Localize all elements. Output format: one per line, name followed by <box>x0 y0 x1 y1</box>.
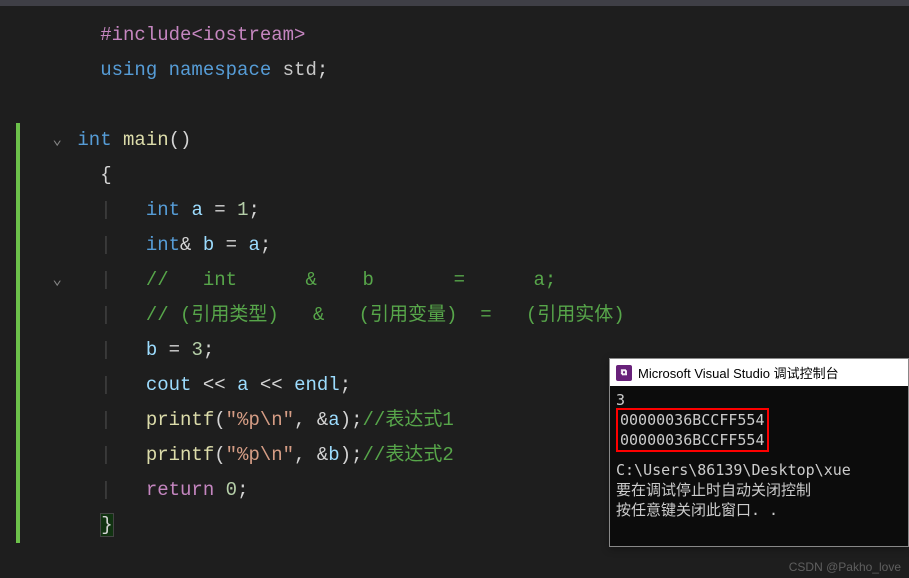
number: 1 <box>237 199 248 221</box>
output-line: 要在调试停止时自动关闭控制 <box>616 480 902 500</box>
keyword: using namespace <box>100 59 271 81</box>
comment: //表达式2 <box>363 444 454 466</box>
output-line: 00000036BCCFF554 <box>620 410 765 430</box>
fold-icon[interactable]: ⌄ <box>52 123 62 158</box>
code-line: #include<iostream> <box>0 18 909 53</box>
console-output: 3 00000036BCCFF554 00000036BCCFF554 C:\U… <box>610 386 908 546</box>
function-name: main <box>112 129 169 151</box>
window-topbar <box>0 0 909 6</box>
comment: // (引用类型) & (引用变量) = (引用实体) <box>146 304 625 326</box>
type: int <box>77 129 111 151</box>
output-line: 00000036BCCFF554 <box>620 430 765 450</box>
code-line: | int& b = a; <box>0 228 909 263</box>
comment: //表达式1 <box>363 409 454 431</box>
preprocessor: #include <box>100 24 191 46</box>
comment: // int & b = a; <box>146 269 556 291</box>
output-line: 按任意键关闭此窗口. . <box>616 500 902 520</box>
function-call: printf <box>146 409 214 431</box>
number: 0 <box>214 479 237 501</box>
output-line: 3 <box>616 390 902 410</box>
console-titlebar[interactable]: ⧉ Microsoft Visual Studio 调试控制台 <box>610 359 908 386</box>
code-line: using namespace std; <box>0 53 909 88</box>
vs-icon: ⧉ <box>616 365 632 381</box>
number: 3 <box>191 339 202 361</box>
include-path: <iostream> <box>191 24 305 46</box>
fold-icon[interactable]: ⌄ <box>52 263 62 298</box>
watermark: CSDN @Pakho_love <box>789 560 901 574</box>
code-line: | int a = 1; <box>0 193 909 228</box>
code-line: ⌄ | // int & b = a; <box>0 263 909 298</box>
code-line: { <box>0 158 909 193</box>
type: int <box>146 199 180 221</box>
console-title: Microsoft Visual Studio 调试控制台 <box>638 363 839 382</box>
string: "%p\n" <box>226 409 294 431</box>
code-line: | // (引用类型) & (引用变量) = (引用实体) <box>0 298 909 333</box>
string: "%p\n" <box>226 444 294 466</box>
debug-console-window[interactable]: ⧉ Microsoft Visual Studio 调试控制台 3 000000… <box>609 358 909 547</box>
output-line: C:\Users\86139\Desktop\xue <box>616 460 902 480</box>
identifier: std <box>271 59 317 81</box>
code-line: ⌄ int main() <box>0 123 909 158</box>
function-call: printf <box>146 444 214 466</box>
highlight-box: 00000036BCCFF554 00000036BCCFF554 <box>616 408 769 452</box>
type: int <box>146 234 180 256</box>
code-line <box>0 88 909 123</box>
keyword: return <box>146 479 214 501</box>
